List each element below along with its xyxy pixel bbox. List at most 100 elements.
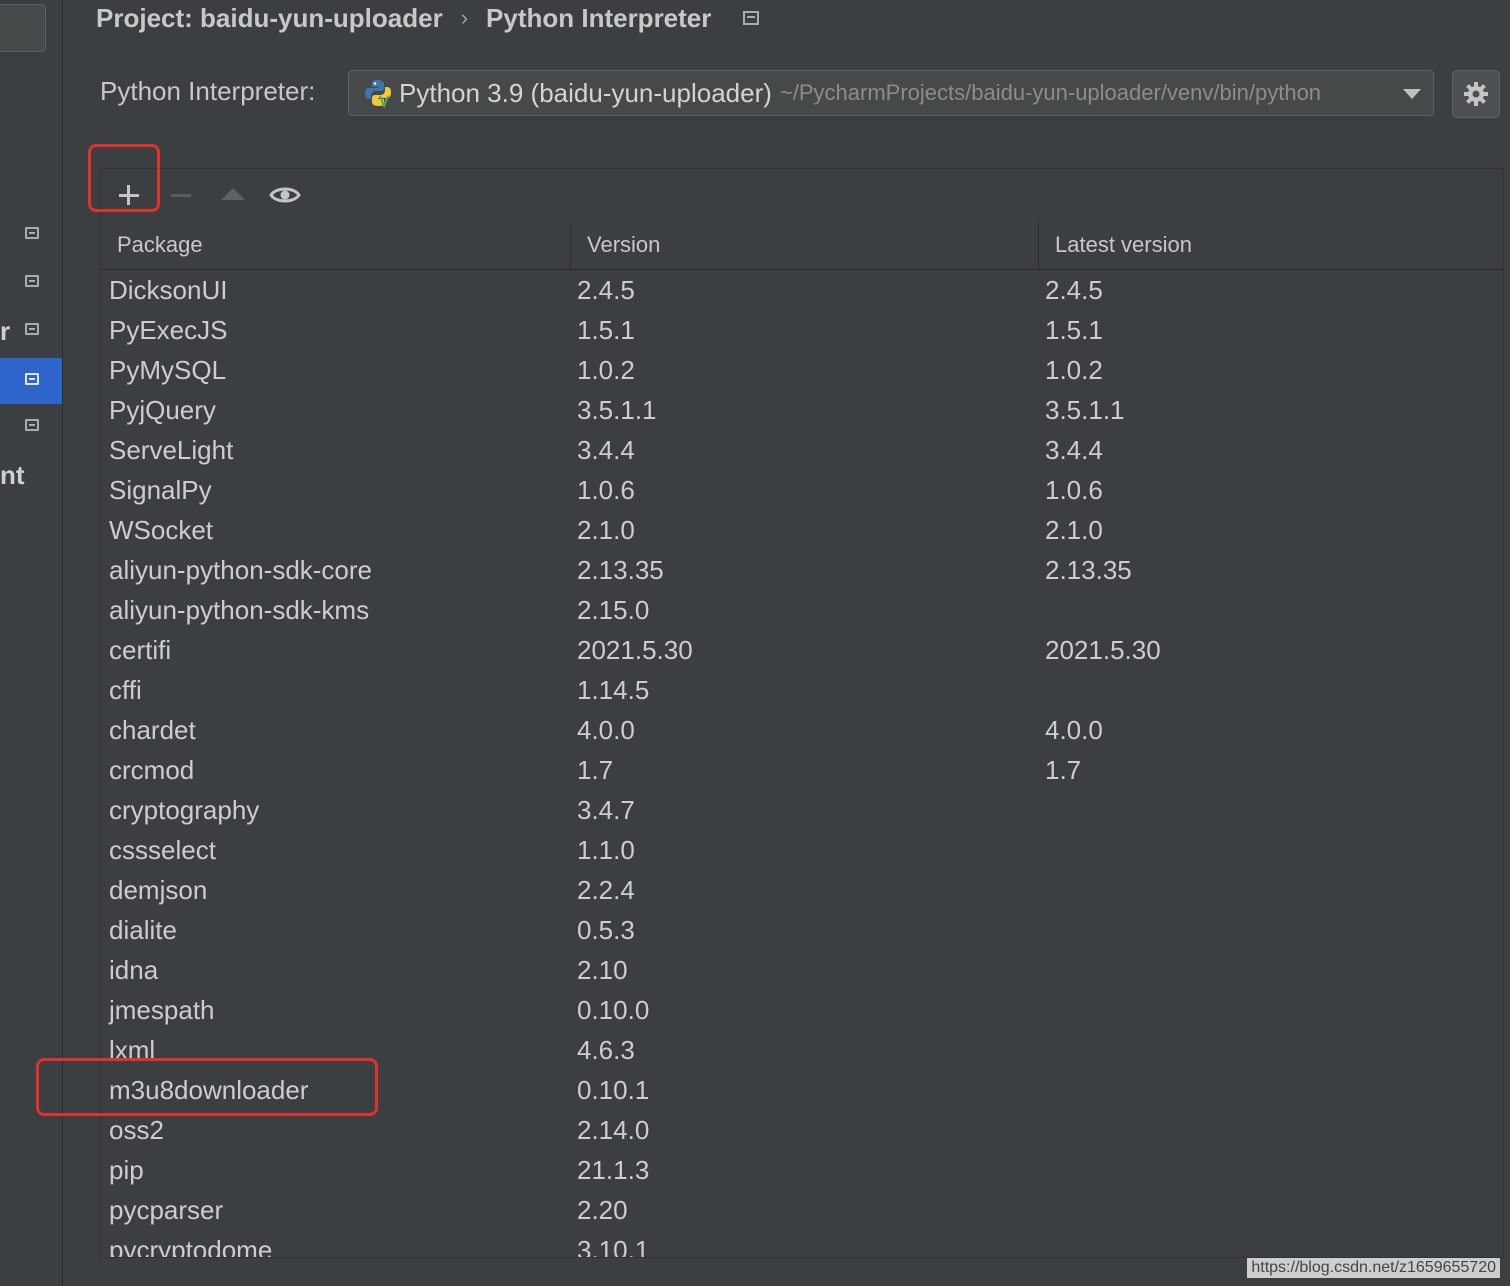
package-name-cell: ServeLight	[109, 435, 234, 465]
chevron-down-icon[interactable]	[1403, 89, 1421, 99]
sidebar-item[interactable]	[0, 212, 62, 258]
latest-version-cell: 3.4.4	[1045, 435, 1103, 465]
breadcrumb-project[interactable]: Project: baidu-yun-uploader	[96, 3, 443, 34]
latest-version-cell	[1037, 1030, 1503, 1070]
table-row[interactable]: pip 21.1.3	[101, 1150, 1503, 1190]
project-scope-icon	[25, 227, 39, 239]
table-row[interactable]: pycparser 2.20	[101, 1190, 1503, 1230]
latest-version-cell	[1037, 870, 1503, 910]
breadcrumb-separator: ›	[460, 5, 469, 30]
packages-table-header: Package Version Latest version	[101, 221, 1503, 270]
table-row[interactable]: idna 2.10	[101, 950, 1503, 990]
package-name-cell: aliyun-python-sdk-kms	[109, 595, 370, 625]
table-row[interactable]: DicksonUI 2.4.5 2.4.5	[101, 270, 1503, 310]
latest-version-cell: 2021.5.30	[1045, 635, 1161, 665]
table-row[interactable]: PyjQuery 3.5.1.1 3.5.1.1	[101, 390, 1503, 430]
version-cell: 0.5.3	[577, 915, 635, 945]
latest-version-cell	[1037, 1230, 1503, 1257]
sidebar-item[interactable]	[0, 260, 62, 306]
package-name-cell: dialite	[109, 915, 177, 945]
gear-icon	[1464, 82, 1488, 106]
sidebar-search-box[interactable]	[0, 4, 46, 52]
table-row[interactable]: certifi 2021.5.30 2021.5.30	[101, 630, 1503, 670]
table-row[interactable]: ServeLight 3.4.4 3.4.4	[101, 430, 1503, 470]
project-scope-icon	[25, 323, 39, 335]
package-name-cell: certifi	[109, 635, 172, 665]
python-logo-icon	[365, 80, 391, 108]
version-cell: 2021.5.30	[577, 635, 693, 665]
sidebar-item-python-interpreter[interactable]	[0, 358, 62, 404]
latest-version-cell: 1.5.1	[1045, 315, 1103, 345]
version-cell: 3.4.4	[577, 435, 635, 465]
table-row[interactable]: chardet 4.0.0 4.0.0	[101, 710, 1503, 750]
package-name-cell: PyjQuery	[109, 395, 216, 425]
package-name-cell: PyExecJS	[109, 315, 228, 345]
version-cell: 2.10	[577, 955, 628, 985]
table-row[interactable]: cffi 1.14.5	[101, 670, 1503, 710]
breadcrumb-page: Python Interpreter	[486, 2, 712, 33]
table-row[interactable]: aliyun-python-sdk-kms 2.15.0	[101, 590, 1503, 630]
package-name-cell: SignalPy	[109, 475, 212, 505]
version-cell: 21.1.3	[577, 1155, 650, 1185]
version-cell: 0.10.0	[577, 995, 650, 1025]
package-name-cell: DicksonUI	[109, 275, 228, 305]
sidebar-item[interactable]: r	[0, 308, 62, 354]
latest-version-cell	[1037, 950, 1503, 990]
uninstall-package-button[interactable]	[163, 179, 199, 211]
interpreter-settings-button[interactable]	[1452, 70, 1500, 118]
interpreter-path: ~/PycharmProjects/baidu-yun-uploader/ven…	[779, 80, 1322, 105]
eye-icon	[269, 187, 301, 203]
table-row[interactable]: SignalPy 1.0.6 1.0.6	[101, 470, 1503, 510]
latest-version-cell: 4.0.0	[1045, 715, 1103, 745]
latest-version-cell	[1037, 1070, 1503, 1110]
column-header-package[interactable]: Package	[101, 221, 571, 269]
table-row[interactable]: cssselect 1.1.0	[101, 830, 1503, 870]
latest-version-cell: 2.4.5	[1045, 275, 1103, 305]
latest-version-cell: 2.13.35	[1045, 555, 1132, 585]
column-header-version[interactable]: Version	[571, 221, 1039, 269]
latest-version-cell: 2.1.0	[1045, 515, 1103, 545]
column-header-latest-version[interactable]: Latest version	[1039, 221, 1503, 269]
latest-version-cell: 3.5.1.1	[1045, 395, 1125, 425]
table-row[interactable]: aliyun-python-sdk-core 2.13.35 2.13.35	[101, 550, 1503, 590]
packages-toolbar	[101, 169, 1503, 222]
project-scope-icon	[25, 275, 39, 287]
package-name-cell: PyMySQL	[109, 355, 227, 385]
table-row[interactable]: PyExecJS 1.5.1 1.5.1	[101, 310, 1503, 350]
interpreter-dropdown[interactable]: Python 3.9 (baidu-yun-uploader) ~/Pychar…	[348, 70, 1434, 116]
latest-version-cell: 1.0.6	[1045, 475, 1103, 505]
version-cell: 1.7	[577, 755, 614, 785]
watermark: https://blog.csdn.net/z1659655720	[1247, 1258, 1500, 1278]
table-row[interactable]: jmespath 0.10.0	[101, 990, 1503, 1030]
latest-version-cell	[1037, 590, 1503, 630]
table-row[interactable]: PyMySQL 1.0.2 1.0.2	[101, 350, 1503, 390]
version-cell: 4.6.3	[577, 1035, 635, 1065]
table-row[interactable]: WSocket 2.1.0 2.1.0	[101, 510, 1503, 550]
version-cell: 2.4.5	[577, 275, 635, 305]
latest-version-cell	[1037, 1150, 1503, 1190]
upgrade-package-button[interactable]	[215, 179, 251, 211]
show-early-releases-button[interactable]	[267, 179, 303, 211]
version-cell: 3.5.1.1	[577, 395, 657, 425]
version-cell: 2.15.0	[577, 595, 650, 625]
package-name-cell: pip	[109, 1155, 144, 1185]
version-cell: 4.0.0	[577, 715, 635, 745]
package-name-cell: cryptography	[109, 795, 260, 825]
sidebar-item[interactable]: nt	[0, 454, 62, 500]
latest-version-cell	[1037, 1110, 1503, 1150]
table-row[interactable]: crcmod 1.7 1.7	[101, 750, 1503, 790]
latest-version-cell	[1037, 910, 1503, 950]
package-name-cell: cssselect	[109, 835, 216, 865]
package-name-cell: chardet	[109, 715, 196, 745]
table-row[interactable]: dialite 0.5.3	[101, 910, 1503, 950]
table-row[interactable]: pycryptodome 3.10.1	[101, 1230, 1503, 1257]
version-cell: 3.10.1	[577, 1235, 650, 1257]
latest-version-cell: 1.0.2	[1045, 355, 1103, 385]
version-cell: 2.20	[577, 1195, 628, 1225]
table-row[interactable]: cryptography 3.4.7	[101, 790, 1503, 830]
version-cell: 2.13.35	[577, 555, 664, 585]
package-name-cell: WSocket	[109, 515, 214, 545]
sidebar-item[interactable]	[0, 404, 62, 450]
table-row[interactable]: demjson 2.2.4	[101, 870, 1503, 910]
table-row[interactable]: oss2 2.14.0	[101, 1110, 1503, 1150]
